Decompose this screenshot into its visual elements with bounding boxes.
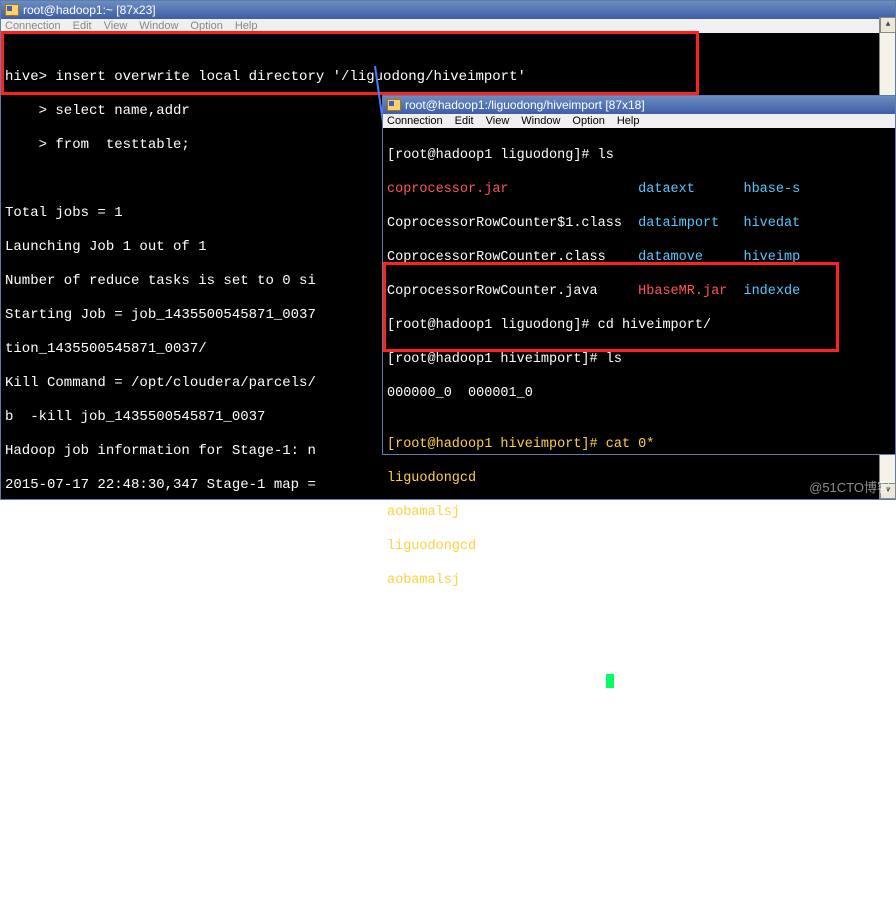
prompt: [root@hadoop1 liguodong]# [387, 318, 598, 333]
ls-line: [root@hadoop1 liguodong]# ls [387, 147, 891, 164]
left-titlebar[interactable]: root@hadoop1:~ [87x23] [1, 1, 895, 19]
cursor-line: [root@hadoop1 hiveimport]# [387, 674, 891, 691]
dir-indexde: indexde [743, 284, 800, 299]
file-class1: CoprocessorRowCounter$1.class [387, 216, 622, 231]
prompt: [root@hadoop1 liguodong]# [387, 148, 598, 163]
empty-prompt-2: [root@hadoop1 hiveimport]# [387, 640, 891, 657]
fs-row-4: CoprocessorRowCounter.java HbaseMR.jar i… [387, 283, 891, 300]
file-java: CoprocessorRowCounter.java [387, 284, 598, 299]
right-window-title: root@hadoop1:/liguodong/hiveimport [87x1… [405, 98, 645, 112]
cursor-icon [606, 674, 614, 688]
right-terminal-body[interactable]: [root@hadoop1 liguodong]# ls coprocessor… [383, 128, 895, 727]
prompt: [root@hadoop1 hiveimport]# [387, 675, 606, 690]
ls2-line: [root@hadoop1 hiveimport]# ls [387, 351, 891, 368]
watermark: @51CTO博客 [809, 477, 890, 496]
menu-view[interactable]: View [486, 115, 510, 127]
highlight-cat-output [383, 262, 839, 352]
dir-hivedat: hivedat [743, 216, 800, 231]
menu-window[interactable]: Window [521, 115, 560, 127]
scroll-up-icon[interactable]: ▲ [880, 17, 896, 33]
menu-view[interactable]: View [104, 20, 128, 32]
dir-hbase-s: hbase-s [743, 182, 800, 197]
fs-row-3: CoprocessorRowCounter.class datamove hiv… [387, 249, 891, 266]
cat-o3: liguodongcd [387, 538, 891, 555]
menu-window[interactable]: Window [139, 20, 178, 32]
cat-o2: aobamalsj [387, 504, 891, 521]
putty-icon [387, 99, 401, 111]
file-coprocessor-jar: coprocessor.jar [387, 182, 509, 197]
menu-connection[interactable]: Connection [5, 20, 61, 32]
prompt: [root@hadoop1 hiveimport]# [387, 352, 606, 367]
dir-dataimport: dataimport [638, 216, 719, 231]
fs-row-2: CoprocessorRowCounter$1.class dataimport… [387, 215, 891, 232]
right-menubar[interactable]: Connection Edit View Window Option Help [383, 114, 895, 128]
right-titlebar[interactable]: root@hadoop1:/liguodong/hiveimport [87x1… [383, 96, 895, 114]
menu-option[interactable]: Option [572, 115, 604, 127]
left-window-title: root@hadoop1:~ [87x23] [23, 3, 156, 17]
cat-cmd: cat 0* [606, 437, 655, 452]
menu-help[interactable]: Help [235, 20, 258, 32]
out-r17: S [5, 749, 891, 766]
cd-cmd: cd hiveimport/ [598, 318, 711, 333]
parts-line: 000000_0 000001_0 [387, 385, 891, 402]
dir-hiveimp: hiveimp [743, 250, 800, 265]
right-terminal-window: root@hadoop1:/liguodong/hiveimport [87x1… [382, 95, 896, 455]
dir-datamove: datamove [638, 250, 703, 265]
menu-option[interactable]: Option [190, 20, 222, 32]
ls2-cmd: ls [606, 352, 622, 367]
cat-line: [root@hadoop1 hiveimport]# cat 0* [387, 436, 891, 453]
cat-o4: aobamalsj [387, 572, 891, 589]
file-class2: CoprocessorRowCounter.class [387, 250, 606, 265]
ls-cmd: ls [598, 148, 614, 163]
out-r20: Time taken: 76.251 seconds [5, 851, 891, 868]
out-r19: OK [5, 817, 891, 834]
cd-line: [root@hadoop1 liguodong]# cd hiveimport/ [387, 317, 891, 334]
menu-help[interactable]: Help [617, 115, 640, 127]
left-menubar[interactable]: Connection Edit View Window Option Help [1, 19, 895, 33]
file-hbasemr-jar: HbaseMR.jar [638, 284, 727, 299]
menu-edit[interactable]: Edit [73, 20, 92, 32]
empty-prompt-1: [root@hadoop1 hiveimport]# [387, 606, 891, 623]
dir-dataext: dataext [638, 182, 695, 197]
menu-connection[interactable]: Connection [387, 115, 443, 127]
prompt: [root@hadoop1 hiveimport]# [387, 437, 606, 452]
putty-icon [5, 4, 19, 16]
menu-edit[interactable]: Edit [455, 115, 474, 127]
hive-line-1: hive> insert overwrite local directory '… [5, 69, 891, 86]
fs-row-1: coprocessor.jar dataext hbase-s [387, 181, 891, 198]
out-r18: Total MapReduce CPU Time Spent: 4 sec [5, 783, 891, 800]
